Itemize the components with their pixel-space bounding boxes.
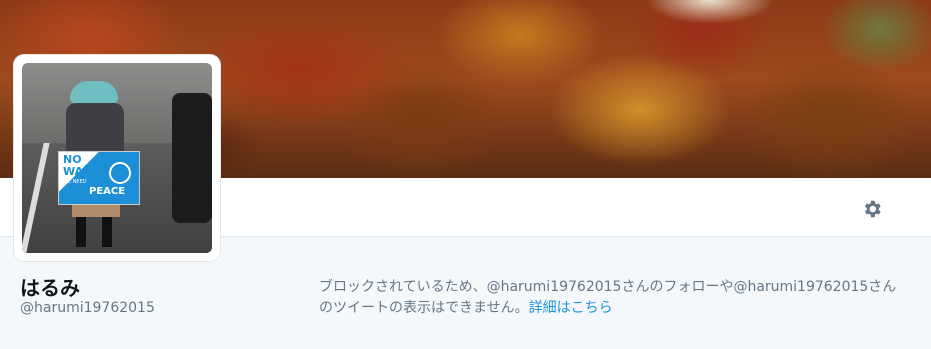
avatar-leg xyxy=(102,217,112,247)
profile-avatar[interactable]: NO WAR WE NEED PEACE xyxy=(14,55,220,261)
blocked-notice: ブロックされているため、@harumi19762015さんのフォローや@haru… xyxy=(319,277,899,319)
sign-line4: PEACE xyxy=(89,186,126,197)
profile-display-name[interactable]: はるみ xyxy=(20,272,80,301)
avatar-photo: NO WAR WE NEED PEACE xyxy=(22,63,212,253)
sign-line2: WAR xyxy=(63,165,92,178)
peace-icon xyxy=(109,162,131,184)
avatar-leg xyxy=(76,217,86,247)
avatar-other-person xyxy=(172,93,212,223)
sign-line3: WE NEED xyxy=(63,179,87,185)
avatar-sign: NO WAR WE NEED PEACE xyxy=(58,151,140,205)
profile-handle[interactable]: @harumi19762015 xyxy=(20,300,155,316)
sign-line1: NO xyxy=(63,153,82,166)
settings-gear-button[interactable] xyxy=(858,195,886,223)
banner-sky xyxy=(610,0,810,60)
avatar-hat xyxy=(70,81,118,103)
learn-more-link[interactable]: 詳細はこちら xyxy=(529,300,613,316)
gear-icon xyxy=(864,200,881,218)
